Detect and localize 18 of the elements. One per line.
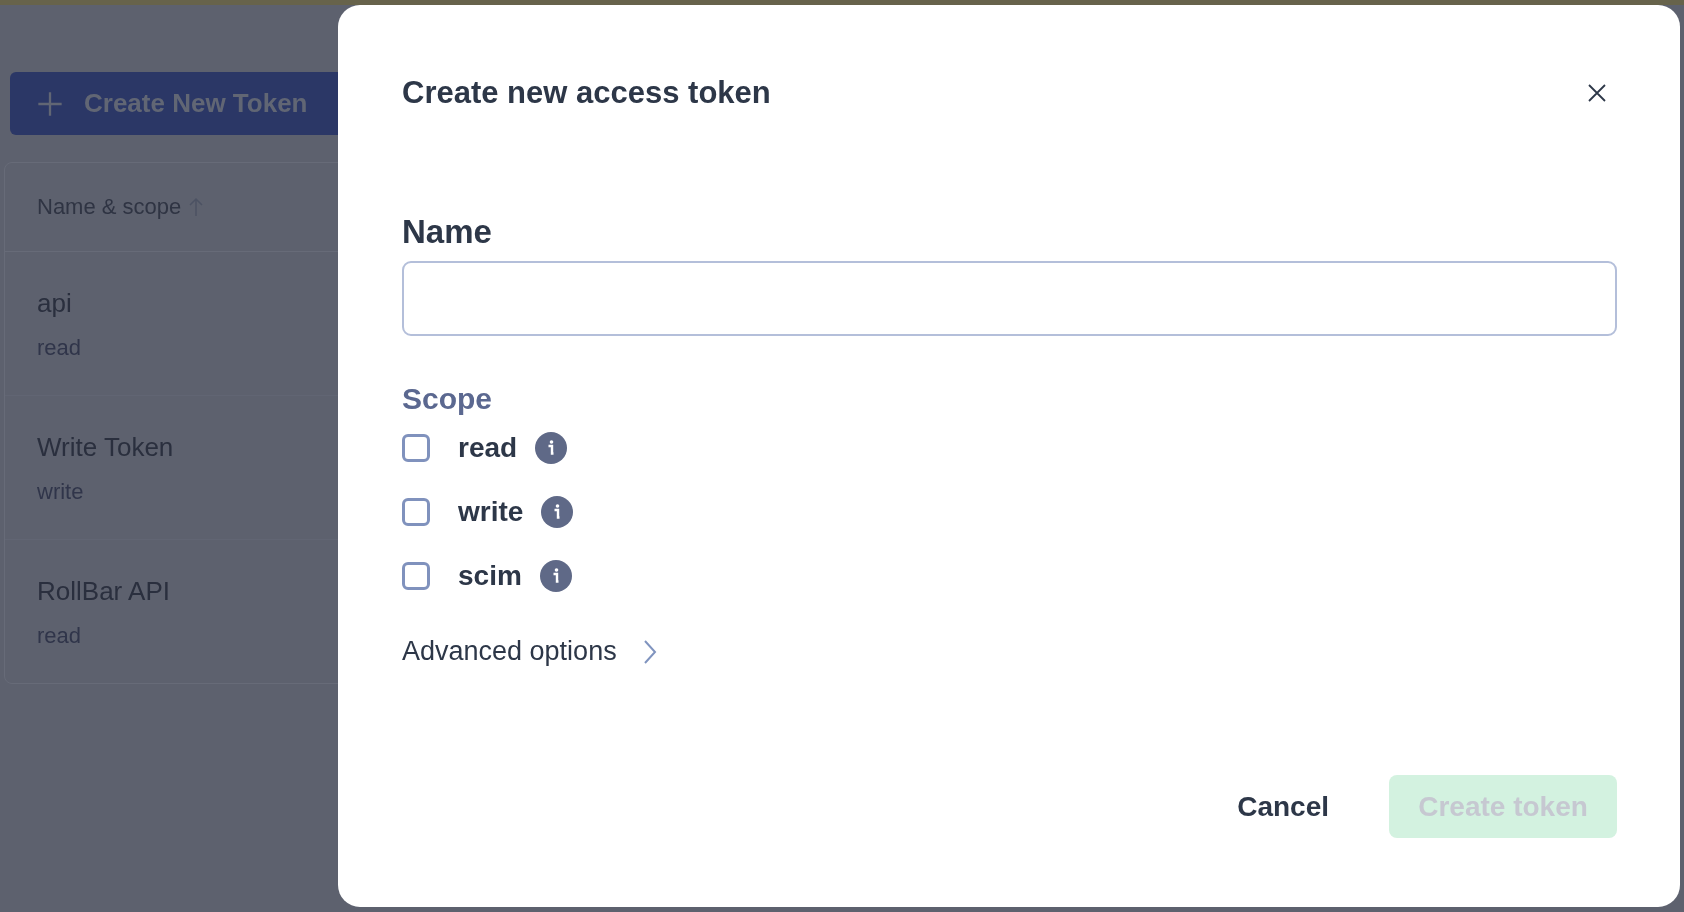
- close-button[interactable]: [1587, 83, 1607, 103]
- info-icon[interactable]: [541, 496, 574, 528]
- chevron-right-icon: [642, 638, 657, 665]
- advanced-options-toggle[interactable]: Advanced options: [402, 636, 657, 667]
- scope-option-label: read: [458, 432, 518, 464]
- scope-option-label: write: [458, 496, 524, 528]
- field-label: Name: [402, 213, 493, 251]
- plus-icon: [36, 89, 64, 118]
- info-icon[interactable]: [539, 560, 572, 592]
- checkbox[interactable]: [402, 562, 430, 590]
- cancel-button[interactable]: Cancel: [1237, 775, 1329, 838]
- scope-label: Scope: [402, 382, 494, 416]
- checkbox[interactable]: [402, 498, 430, 526]
- checkbox[interactable]: [402, 434, 430, 462]
- scope-option-label: scim: [458, 560, 522, 592]
- name-input-field[interactable]: [402, 261, 1617, 336]
- info-icon[interactable]: [535, 432, 568, 464]
- dialog-title: Create new access token: [402, 75, 771, 111]
